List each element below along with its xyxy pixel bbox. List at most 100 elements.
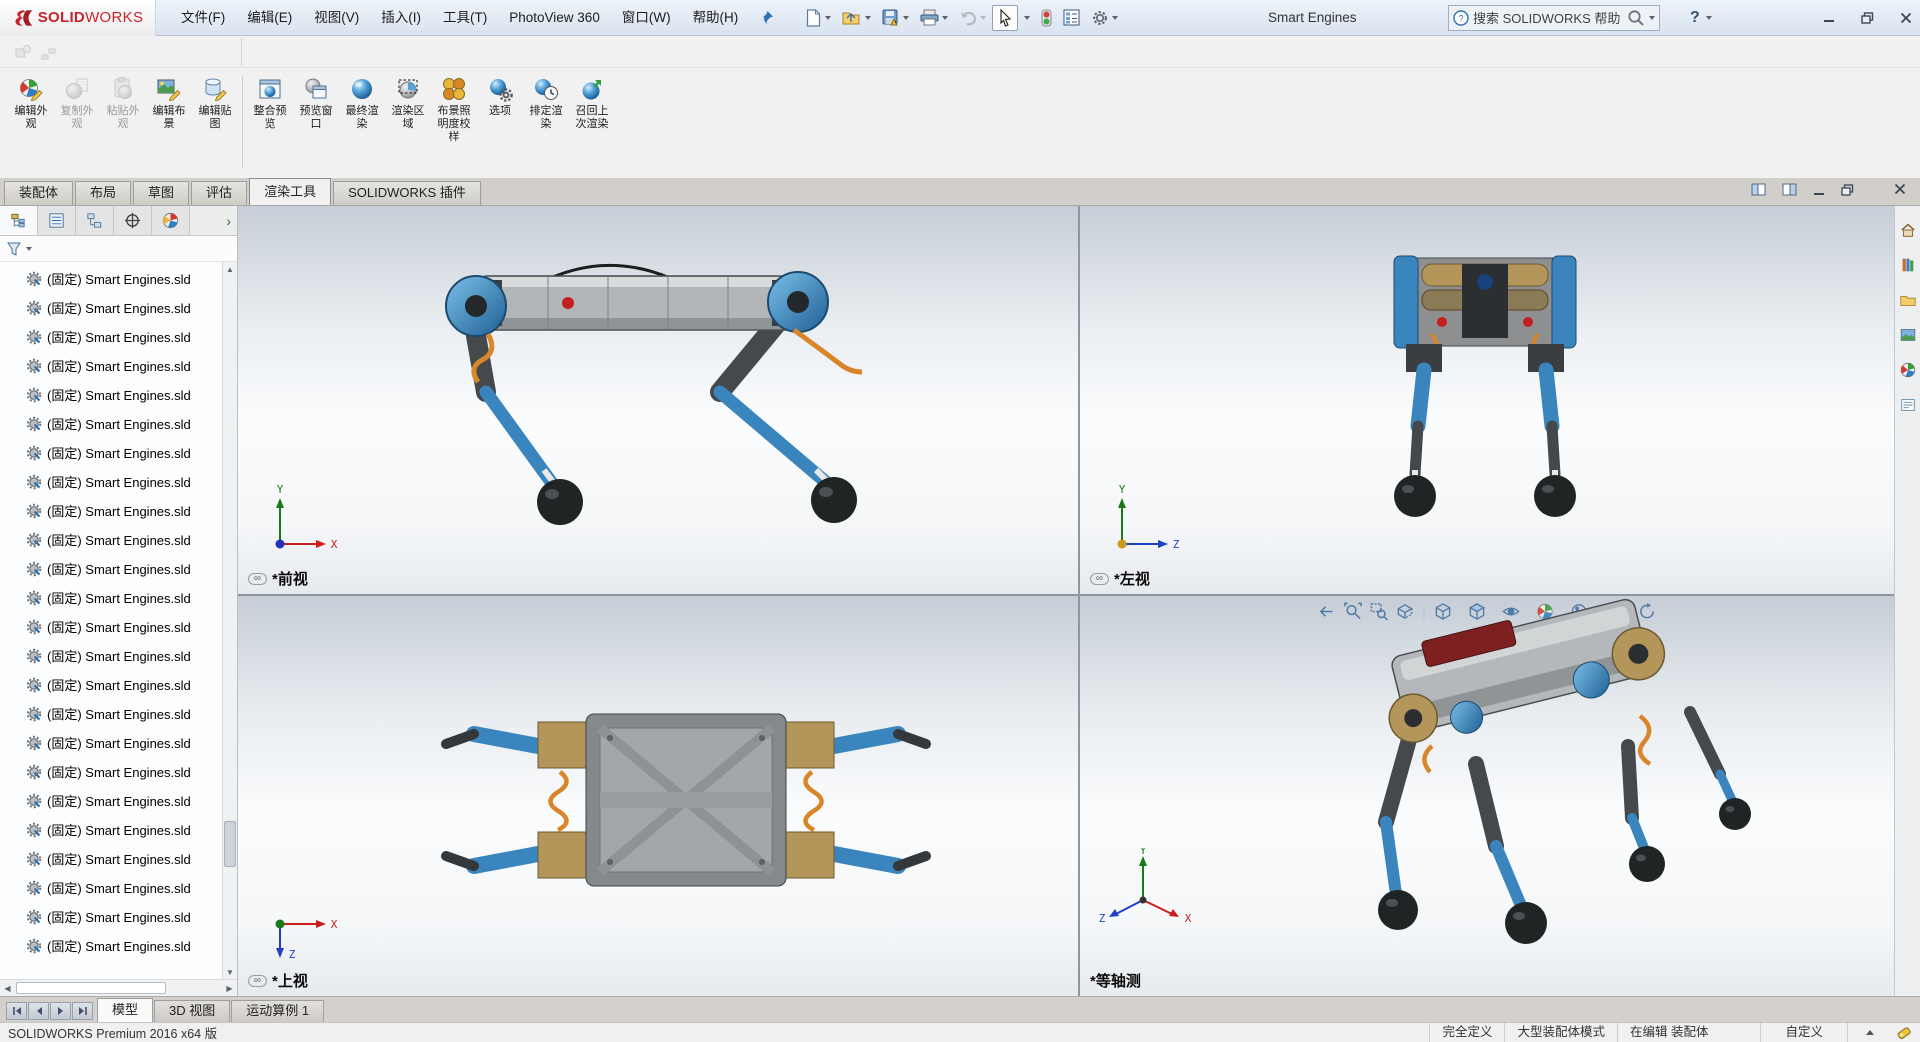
scroll-left-icon[interactable]: ◀ (0, 981, 15, 995)
menu-help[interactable]: 帮助(H) (682, 0, 750, 35)
tree-item[interactable]: (固定) Smart Engines.sld (0, 844, 222, 873)
select-tool-dropdown[interactable] (1019, 12, 1035, 24)
select-tool-button[interactable] (992, 5, 1018, 31)
viewport-iso[interactable]: Y X Z *等轴测 (1080, 596, 1894, 996)
ribbon-button-preview-window[interactable]: 预览窗口 (293, 74, 339, 131)
tree-item[interactable]: (固定) Smart Engines.sld (0, 293, 222, 322)
tab-assembly[interactable]: 装配体 (4, 181, 73, 205)
tree-item[interactable]: (固定) Smart Engines.sld (0, 641, 222, 670)
rebuild-button[interactable] (1036, 5, 1057, 31)
feature-manager-tab[interactable] (0, 206, 38, 235)
print-button[interactable] (915, 5, 953, 30)
ribbon-button-final-render[interactable]: 最终渲染 (339, 74, 385, 131)
ribbon-button-edit-appearance[interactable]: 编辑外观 (8, 74, 54, 131)
viewport-front[interactable]: Y X ∞ *前视 (238, 206, 1078, 594)
tab-render-tools[interactable]: 渲染工具 (249, 178, 331, 205)
dimxpert-manager-tab[interactable] (114, 206, 152, 235)
search-input[interactable] (1473, 11, 1623, 26)
tag-icon[interactable] (1892, 1026, 1916, 1040)
menu-tools[interactable]: 工具(T) (432, 0, 498, 35)
ribbon-button-copy-appearance[interactable]: 复制外观 (54, 74, 100, 131)
property-manager-tab[interactable] (38, 206, 76, 235)
tree-item[interactable]: (固定) Smart Engines.sld (0, 554, 222, 583)
tree-item[interactable]: (固定) Smart Engines.sld (0, 438, 222, 467)
open-document-button[interactable] (837, 5, 876, 30)
window-restore-button[interactable] (1861, 12, 1874, 24)
tab-motion-study-1[interactable]: 运动算例 1 (231, 1000, 324, 1022)
pane-minimize-button[interactable] (1813, 184, 1825, 196)
scroll-right-icon[interactable]: ▶ (222, 981, 237, 995)
status-custom[interactable]: 自定义 (1760, 1023, 1848, 1042)
ribbon-button-paste-appearance[interactable]: 粘贴外观 (100, 74, 146, 131)
tree-item[interactable]: (固定) Smart Engines.sld (0, 786, 222, 815)
window-close-button[interactable] (1900, 12, 1912, 24)
menu-window[interactable]: 窗口(W) (611, 0, 682, 35)
view-palette-icon[interactable] (1898, 325, 1918, 345)
tab-3d-views[interactable]: 3D 视图 (154, 1000, 230, 1022)
scroll-up-icon[interactable]: ▲ (223, 262, 237, 276)
tree-item[interactable]: (固定) Smart Engines.sld (0, 380, 222, 409)
menu-file[interactable]: 文件(F) (170, 0, 236, 35)
ribbon-button-edit-decal[interactable]: 编辑贴图 (192, 74, 238, 131)
tab-solidworks-addins[interactable]: SOLIDWORKS 插件 (333, 181, 481, 205)
next-tab-icon[interactable] (50, 1002, 71, 1020)
ribbon-button-edit-scene[interactable]: 编辑布景 (146, 74, 192, 131)
pane-tile-right-button[interactable] (1782, 183, 1797, 196)
filter-icon[interactable] (6, 241, 22, 257)
menu-photoview-360[interactable]: PhotoView 360 (498, 0, 611, 35)
first-tab-icon[interactable] (6, 1002, 27, 1020)
menu-view[interactable]: 视图(V) (303, 0, 370, 35)
tree-item[interactable]: (固定) Smart Engines.sld (0, 525, 222, 554)
viewport-top[interactable]: X Z ∞ *上视 (238, 596, 1078, 996)
viewport-left[interactable]: Y Z ∞ *左视 (1080, 206, 1894, 594)
scroll-down-icon[interactable]: ▼ (223, 965, 237, 979)
menu-insert[interactable]: 插入(I) (370, 0, 432, 35)
pane-close-button[interactable] (1894, 183, 1906, 195)
pin-menu-icon[interactable] (759, 10, 774, 25)
custom-properties-icon[interactable] (1898, 395, 1918, 415)
tree-item[interactable]: (固定) Smart Engines.sld (0, 467, 222, 496)
ribbon-button-scene-illumination-proof[interactable]: 布景照明度校样 (431, 74, 477, 144)
tree-item[interactable]: (固定) Smart Engines.sld (0, 670, 222, 699)
pane-restore-button[interactable] (1841, 184, 1854, 196)
tree-item[interactable]: (固定) Smart Engines.sld (0, 409, 222, 438)
menu-edit[interactable]: 编辑(E) (236, 0, 303, 35)
tree-vertical-scrollbar[interactable]: ▲ ▼ (222, 262, 237, 979)
ribbon-button-schedule-render[interactable]: 排定渲染 (523, 74, 569, 131)
tree-item[interactable]: (固定) Smart Engines.sld (0, 699, 222, 728)
home-icon[interactable] (1898, 220, 1918, 240)
pane-tile-left-button[interactable] (1751, 183, 1766, 196)
panel-expand-icon[interactable]: › (190, 206, 237, 235)
save-button[interactable] (877, 5, 914, 31)
tree-item[interactable]: (固定) Smart Engines.sld (0, 264, 222, 293)
tree-item[interactable]: (固定) Smart Engines.sld (0, 873, 222, 902)
new-document-button[interactable] (800, 5, 836, 31)
tree-item[interactable]: (固定) Smart Engines.sld (0, 757, 222, 786)
undo-button[interactable] (954, 6, 991, 30)
horizontal-scroll-thumb[interactable] (16, 982, 166, 994)
tree-item[interactable]: (固定) Smart Engines.sld (0, 612, 222, 641)
ribbon-button-integrated-preview[interactable]: 整合预览 (247, 74, 293, 131)
appearances-scenes-icon[interactable] (1898, 360, 1918, 380)
help-dropdown-icon[interactable] (1706, 16, 1712, 20)
filter-dropdown-icon[interactable] (26, 247, 32, 251)
tab-model[interactable]: 模型 (97, 998, 153, 1022)
tree-item[interactable]: (固定) Smart Engines.sld (0, 931, 222, 960)
tree-item[interactable]: (固定) Smart Engines.sld (0, 583, 222, 612)
settings-gear-button[interactable] (1086, 5, 1123, 31)
search-icon[interactable] (1627, 9, 1645, 27)
previous-tab-icon[interactable] (28, 1002, 49, 1020)
tree-item[interactable]: (固定) Smart Engines.sld (0, 815, 222, 844)
options-list-button[interactable] (1058, 5, 1085, 30)
display-manager-tab[interactable] (152, 206, 190, 235)
last-tab-icon[interactable] (72, 1002, 93, 1020)
help-button[interactable]: ? (1690, 9, 1700, 27)
tree-item[interactable]: (固定) Smart Engines.sld (0, 496, 222, 525)
tree-item[interactable]: (固定) Smart Engines.sld (0, 322, 222, 351)
search-dropdown-icon[interactable] (1649, 16, 1655, 20)
tree-item[interactable]: (固定) Smart Engines.sld (0, 902, 222, 931)
ribbon-button-render-region[interactable]: 渲染区域 (385, 74, 431, 131)
tab-evaluate[interactable]: 评估 (191, 181, 247, 205)
configuration-manager-tab[interactable] (76, 206, 114, 235)
file-explorer-icon[interactable] (1898, 290, 1918, 310)
